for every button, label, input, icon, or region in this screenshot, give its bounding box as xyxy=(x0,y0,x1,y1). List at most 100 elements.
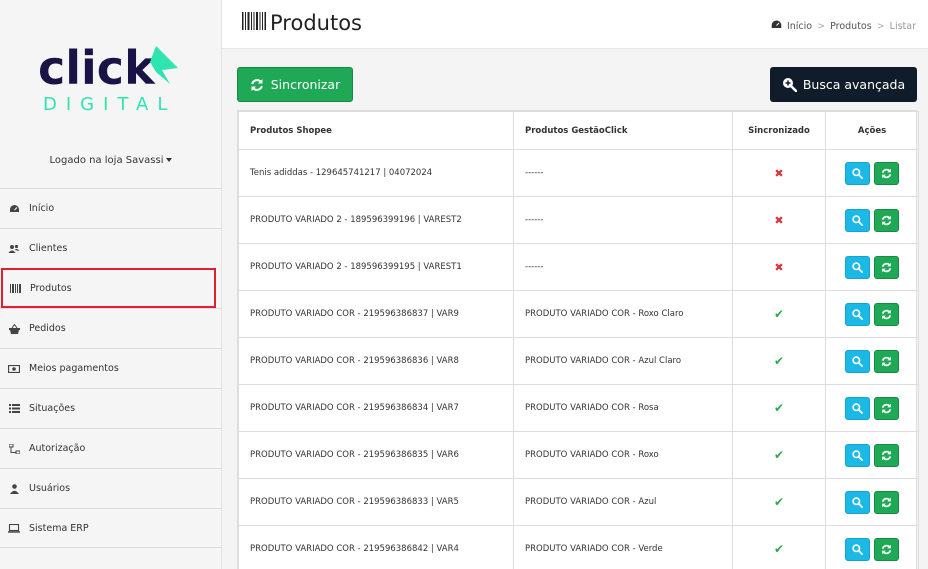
products-table: Produtos Shopee Produtos GestãoClick Sin… xyxy=(237,110,919,569)
sync-product-button[interactable] xyxy=(874,208,899,232)
table-row: PRODUTO VARIADO 2 - 189596399195 | VARES… xyxy=(238,243,919,291)
cell-gestaoclick-product: PRODUTO VARIADO COR - Roxo Claro xyxy=(513,290,733,338)
table-row: PRODUTO VARIADO COR - 219596386834 | VAR… xyxy=(238,384,919,432)
list-icon xyxy=(8,403,20,415)
cell-gestaoclick-product: PRODUTO VARIADO COR - Rosa xyxy=(513,384,733,432)
breadcrumb-home[interactable]: Início xyxy=(787,21,812,32)
table-row: PRODUTO VARIADO 2 - 189596399196 | VARES… xyxy=(238,196,919,244)
column-header-sincronizado: Sincronizado xyxy=(732,111,826,150)
sync-product-button[interactable] xyxy=(874,443,899,467)
view-product-button[interactable] xyxy=(845,396,870,420)
advanced-search-button[interactable]: Busca avançada xyxy=(770,67,917,102)
sidebar-item-sistema-erp[interactable]: Sistema ERP xyxy=(0,508,222,548)
view-product-button[interactable] xyxy=(845,490,870,514)
table-header-row: Produtos Shopee Produtos GestãoClick Sin… xyxy=(238,111,919,150)
sync-product-button[interactable] xyxy=(874,537,899,561)
cell-synced: ✔ xyxy=(732,431,826,479)
check-icon: ✔ xyxy=(773,401,785,415)
check-icon: ✔ xyxy=(773,495,785,509)
cell-gestaoclick-product: PRODUTO VARIADO COR - Azul Claro xyxy=(513,337,733,385)
advanced-search-label: Busca avançada xyxy=(802,77,906,92)
cell-synced: ✔ xyxy=(732,290,826,338)
sidebar-item-label: Autorização xyxy=(29,443,86,454)
sidebar-item-inicio[interactable]: Início xyxy=(0,188,222,228)
sidebar-item-situacoes[interactable]: Situações xyxy=(0,388,222,428)
sidebar-item-produtos[interactable]: Produtos xyxy=(1,268,216,308)
sidebar-item-autorizacao[interactable]: Autorização xyxy=(0,428,222,468)
refresh-icon xyxy=(881,262,892,272)
sidebar-item-usuarios[interactable]: Usuários xyxy=(0,468,222,508)
check-icon: ✔ xyxy=(773,542,785,556)
cell-actions xyxy=(825,431,919,479)
barcode-icon xyxy=(242,11,266,35)
dashboard-icon xyxy=(771,20,782,32)
column-header-shopee: Produtos Shopee xyxy=(238,111,514,150)
logo-text-click: click xyxy=(38,42,156,95)
cell-synced: ✖ xyxy=(732,243,826,291)
sync-product-button[interactable] xyxy=(874,161,899,185)
sync-product-button[interactable] xyxy=(874,302,899,326)
refresh-icon xyxy=(881,309,892,319)
cell-shopee-product: PRODUTO VARIADO COR - 219596386834 | VAR… xyxy=(238,384,514,432)
check-icon: ✔ xyxy=(773,307,785,321)
refresh-icon xyxy=(881,450,892,460)
times-icon: ✖ xyxy=(774,213,784,227)
cell-gestaoclick-product: PRODUTO VARIADO COR - Roxo xyxy=(513,431,733,479)
cell-shopee-product: PRODUTO VARIADO COR - 219596386837 | VAR… xyxy=(238,290,514,338)
cell-actions xyxy=(825,337,919,385)
column-header-acoes: Ações xyxy=(825,111,919,150)
logged-store-dropdown[interactable]: Logado na loja Savassi xyxy=(0,155,222,166)
cell-shopee-product: PRODUTO VARIADO 2 - 189596399196 | VARES… xyxy=(238,196,514,244)
check-icon: ✔ xyxy=(773,448,785,462)
sidebar-item-label: Produtos xyxy=(30,283,72,294)
cell-synced: ✔ xyxy=(732,478,826,526)
cell-synced: ✔ xyxy=(732,525,826,569)
column-header-gestaoclick: Produtos GestãoClick xyxy=(513,111,733,150)
refresh-icon xyxy=(881,497,892,507)
view-product-button[interactable] xyxy=(845,208,870,232)
sync-product-button[interactable] xyxy=(874,490,899,514)
sync-product-button[interactable] xyxy=(874,349,899,373)
dashboard-icon xyxy=(8,203,20,215)
sidebar-item-pedidos[interactable]: Pedidos xyxy=(0,308,222,348)
view-product-button[interactable] xyxy=(845,443,870,467)
refresh-icon xyxy=(881,215,892,225)
sidebar-item-label: Situações xyxy=(29,403,76,414)
sync-product-button[interactable] xyxy=(874,255,899,279)
cell-gestaoclick-product: ------ xyxy=(513,149,733,197)
sidebar-item-label: Início xyxy=(29,203,55,214)
check-icon: ✔ xyxy=(773,354,785,368)
cell-actions xyxy=(825,478,919,526)
search-icon xyxy=(852,167,863,179)
sidebar-item-clientes[interactable]: Clientes xyxy=(0,228,222,268)
cell-gestaoclick-product: ------ xyxy=(513,243,733,291)
table-row: PRODUTO VARIADO COR - 219596386842 | VAR… xyxy=(238,525,919,569)
refresh-icon xyxy=(881,168,892,178)
view-product-button[interactable] xyxy=(845,537,870,561)
view-product-button[interactable] xyxy=(845,161,870,185)
breadcrumb: Início > Produtos > Listar xyxy=(771,20,916,32)
basket-icon xyxy=(8,323,20,335)
sync-button-label: Sincronizar xyxy=(270,77,341,92)
cell-shopee-product: PRODUTO VARIADO COR - 219596386835 | VAR… xyxy=(238,431,514,479)
brand-logo[interactable]: click DIGITAL xyxy=(38,41,183,115)
cell-gestaoclick-product: PRODUTO VARIADO COR - Verde xyxy=(513,525,733,569)
cell-actions xyxy=(825,384,919,432)
sitemap-icon xyxy=(8,443,20,455)
caret-down-icon xyxy=(166,158,173,162)
sidebar-item-label: Meios pagamentos xyxy=(29,363,119,374)
breadcrumb-produtos[interactable]: Produtos xyxy=(830,21,872,32)
breadcrumb-separator: > xyxy=(876,20,885,32)
cell-shopee-product: Tenis adiddas - 129645741217 | 04072024 xyxy=(238,149,514,197)
sync-product-button[interactable] xyxy=(874,396,899,420)
sidebar-nav: Início Clientes Produtos Pedidos Meios p… xyxy=(0,188,222,548)
money-icon xyxy=(8,363,20,375)
search-icon xyxy=(852,449,863,461)
view-product-button[interactable] xyxy=(845,255,870,279)
cell-synced: ✔ xyxy=(732,337,826,385)
search-icon xyxy=(852,261,863,273)
view-product-button[interactable] xyxy=(845,302,870,326)
sidebar-item-meios-pagamentos[interactable]: Meios pagamentos xyxy=(0,348,222,388)
view-product-button[interactable] xyxy=(845,349,870,373)
sync-button[interactable]: Sincronizar xyxy=(237,67,353,102)
